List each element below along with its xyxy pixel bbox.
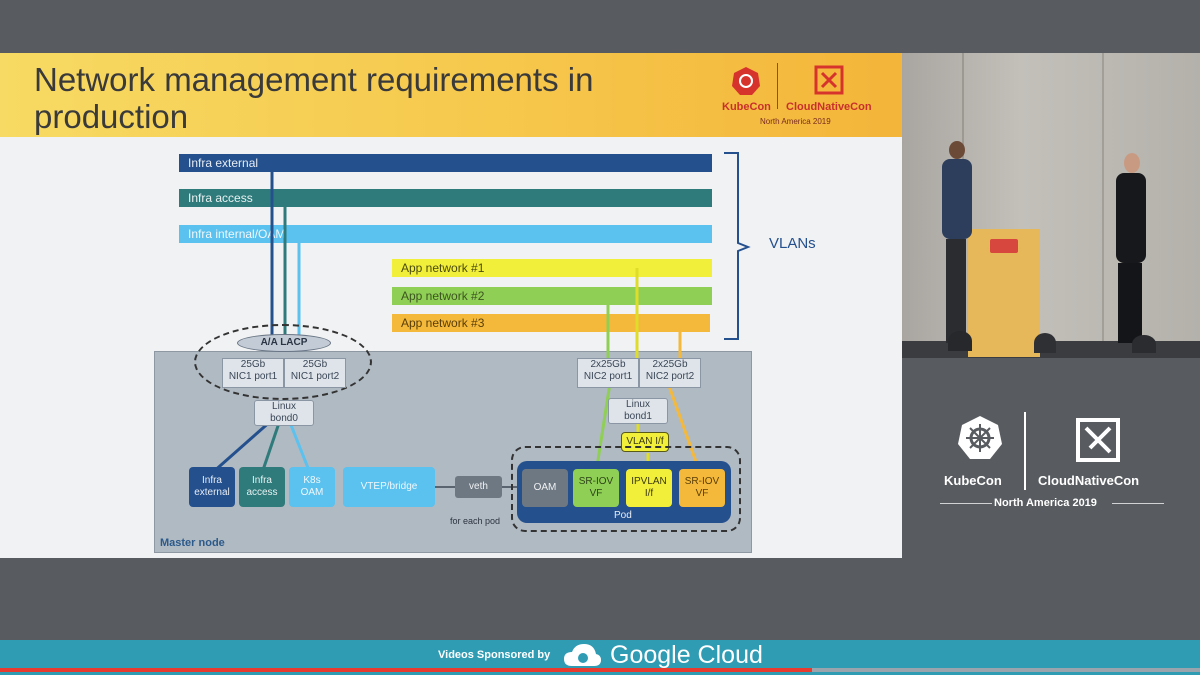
google-cloud-icon — [564, 644, 601, 666]
nic1-port1-name: NIC1 port1 — [228, 371, 278, 382]
brand-region-text: North America 2019 — [994, 497, 1097, 509]
podium-logo-icon — [990, 239, 1018, 253]
brand-kubecon-text: KubeCon — [944, 473, 1002, 488]
audience-head-1 — [948, 331, 972, 351]
brand-rule-left — [940, 503, 992, 504]
if-infra-access: Infra access — [239, 467, 285, 507]
cncf-icon — [1076, 418, 1120, 462]
brand-divider — [1024, 412, 1026, 490]
lacp-label: A/A LACP — [237, 334, 331, 352]
nic1-port2-name: NIC1 port2 — [290, 371, 340, 382]
nic2-port1-name: NIC2 port1 — [583, 371, 633, 382]
speaker-right-legs — [1118, 263, 1142, 343]
sponsored-by-text: Videos Sponsored by — [438, 649, 551, 661]
nic2-port1: 2x25Gb NIC2 port1 — [577, 358, 639, 388]
speaker-left — [942, 159, 972, 239]
connection-lines — [211, 163, 702, 488]
nic1-port1-speed: 25Gb — [240, 359, 266, 370]
pod-if-sriov-vf-1: SR-IOV VF — [573, 469, 619, 507]
speaker-camera-view — [902, 53, 1200, 358]
speaker-left-legs — [946, 239, 966, 343]
pod-if-oam: OAM — [522, 469, 568, 507]
linux-bond0: Linux bond0 — [254, 400, 314, 426]
wall-panel-seam-2 — [1102, 53, 1104, 358]
pod-if-sriov-vf-2: SR-IOV VF — [679, 469, 725, 507]
audience-head-3 — [1132, 335, 1156, 353]
linux-bond1: Linux bond1 — [608, 398, 668, 424]
pod-label: Pod — [614, 510, 632, 521]
brand-cncf-text: CloudNativeCon — [1038, 473, 1140, 488]
speaker-right-head — [1124, 153, 1140, 173]
for-each-pod-label: for each pod — [450, 516, 501, 526]
event-branding: KubeCon CloudNativeCon North America 201… — [902, 358, 1200, 640]
brand-rule-right — [1112, 503, 1164, 504]
if-veth: veth — [455, 476, 502, 498]
speaker-right — [1116, 173, 1146, 263]
nic1-port2: 25Gb NIC1 port2 — [284, 358, 346, 388]
if-infra-external: Infra external — [189, 467, 235, 507]
speaker-left-head — [949, 141, 965, 159]
kubecon-helm-icon — [958, 416, 1002, 459]
nic1-port1: 25Gb NIC1 port1 — [222, 358, 284, 388]
if-k8s-oam: K8s OAM — [289, 467, 335, 507]
video-progress-fill[interactable] — [0, 668, 813, 672]
pod-if-ipvlan: IPVLAN I/f — [626, 469, 672, 507]
nic2-port2-speed: 2x25Gb — [652, 359, 688, 370]
audience-head-2 — [1034, 333, 1056, 353]
nic2-port2: 2x25Gb NIC2 port2 — [639, 358, 701, 388]
nic2-port2-name: NIC2 port2 — [645, 371, 695, 382]
nic1-port2-speed: 25Gb — [302, 359, 328, 370]
if-vtep-bridge: VTEP/bridge — [343, 467, 435, 507]
google-cloud-text: Google Cloud — [610, 641, 763, 669]
presentation-slide: Network management requirements in produ… — [0, 53, 902, 558]
nic2-port1-speed: 2x25Gb — [590, 359, 626, 370]
